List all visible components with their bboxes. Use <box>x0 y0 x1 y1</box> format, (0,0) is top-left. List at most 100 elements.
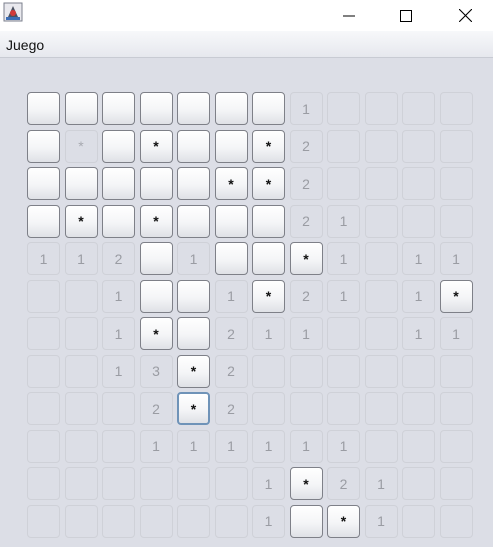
cell-empty[interactable] <box>402 467 435 500</box>
cell-empty[interactable] <box>402 167 435 200</box>
cell-empty[interactable] <box>439 167 473 200</box>
cell-number[interactable]: 1 <box>102 279 135 313</box>
cell-empty[interactable] <box>102 504 135 538</box>
cell-mine-marked[interactable]: * <box>139 129 173 163</box>
cell-empty[interactable] <box>214 467 248 500</box>
cell-mine-marked[interactable]: * <box>252 129 285 163</box>
cell-empty[interactable] <box>402 504 435 538</box>
cell-mine-marked[interactable]: * <box>252 167 285 200</box>
cell-covered[interactable] <box>252 242 285 275</box>
cell-empty[interactable] <box>64 467 98 500</box>
cell-empty[interactable] <box>27 467 60 500</box>
cell-covered[interactable] <box>102 167 135 200</box>
cell-number[interactable]: 1 <box>327 279 360 313</box>
cell-empty[interactable] <box>439 204 473 238</box>
cell-covered[interactable] <box>64 167 98 200</box>
cell-empty[interactable] <box>327 392 360 425</box>
cell-number[interactable]: 1 <box>214 279 248 313</box>
cell-covered[interactable] <box>139 279 173 313</box>
cell-number[interactable]: 1 <box>439 242 473 275</box>
cell-covered[interactable] <box>177 167 210 200</box>
cell-empty[interactable] <box>439 467 473 500</box>
cell-empty[interactable] <box>102 429 135 463</box>
cell-number[interactable]: 1 <box>327 429 360 463</box>
cell-number[interactable]: 1 <box>252 429 285 463</box>
cell-mine-marked[interactable]: * <box>139 204 173 238</box>
cell-mine-marked[interactable]: * <box>289 242 323 275</box>
cell-number[interactable]: 1 <box>364 504 398 538</box>
cell-number[interactable]: 2 <box>289 167 323 200</box>
title-bar[interactable] <box>0 0 493 31</box>
cell-empty[interactable] <box>439 354 473 388</box>
cell-number[interactable]: 2 <box>327 467 360 500</box>
cell-number[interactable]: 2 <box>214 354 248 388</box>
cell-number[interactable]: 1 <box>289 429 323 463</box>
cell-number[interactable]: 1 <box>327 204 360 238</box>
cell-number[interactable]: 2 <box>289 204 323 238</box>
cell-covered[interactable] <box>102 204 135 238</box>
cell-number[interactable]: 1 <box>402 242 435 275</box>
cell-empty[interactable] <box>64 279 98 313</box>
cell-covered[interactable] <box>139 92 173 125</box>
cell-empty[interactable] <box>102 392 135 425</box>
cell-number[interactable]: 2 <box>214 317 248 350</box>
cell-covered[interactable] <box>27 92 60 125</box>
cell-empty[interactable] <box>402 392 435 425</box>
cell-empty[interactable] <box>177 467 210 500</box>
cell-empty[interactable] <box>64 317 98 350</box>
cell-covered[interactable] <box>102 92 135 125</box>
cell-empty[interactable] <box>102 467 135 500</box>
cell-number[interactable]: 1 <box>102 354 135 388</box>
cell-covered[interactable] <box>177 129 210 163</box>
cell-covered[interactable] <box>214 92 248 125</box>
cell-empty[interactable] <box>402 92 435 125</box>
cell-number[interactable]: 1 <box>64 242 98 275</box>
cell-covered[interactable] <box>177 204 210 238</box>
cell-mine-marked[interactable]: * <box>252 279 285 313</box>
cell-covered[interactable] <box>252 92 285 125</box>
cell-empty[interactable] <box>27 279 60 313</box>
cell-empty[interactable] <box>177 504 210 538</box>
cell-number[interactable]: 1 <box>252 317 285 350</box>
cell-empty[interactable] <box>27 429 60 463</box>
cell-covered[interactable] <box>214 129 248 163</box>
close-button[interactable] <box>442 0 488 31</box>
cell-number[interactable]: 1 <box>27 242 60 275</box>
cell-number[interactable]: 1 <box>402 317 435 350</box>
cell-mine-marked[interactable]: * <box>327 504 360 538</box>
cell-number[interactable]: 1 <box>252 504 285 538</box>
cell-number[interactable]: 1 <box>402 279 435 313</box>
cell-empty[interactable] <box>364 92 398 125</box>
cell-number[interactable]: 2 <box>289 279 323 313</box>
cell-empty[interactable] <box>364 129 398 163</box>
cell-empty[interactable] <box>327 167 360 200</box>
cell-empty[interactable] <box>64 392 98 425</box>
cell-mine-marked[interactable]: * <box>214 167 248 200</box>
cell-mine-marked[interactable]: * <box>177 392 210 425</box>
cell-covered[interactable] <box>139 242 173 275</box>
minimize-button[interactable] <box>326 0 372 31</box>
cell-empty[interactable] <box>327 317 360 350</box>
cell-empty[interactable] <box>439 429 473 463</box>
cell-empty[interactable] <box>139 467 173 500</box>
cell-mine-marked[interactable]: * <box>64 204 98 238</box>
cell-empty[interactable] <box>139 504 173 538</box>
cell-mine-marked[interactable]: * <box>139 317 173 350</box>
cell-mine-marked[interactable]: * <box>439 279 473 313</box>
cell-empty[interactable] <box>27 354 60 388</box>
cell-empty[interactable] <box>402 204 435 238</box>
cell-number[interactable]: 2 <box>102 242 135 275</box>
cell-empty[interactable] <box>27 504 60 538</box>
cell-empty[interactable] <box>252 354 285 388</box>
cell-covered[interactable] <box>102 129 135 163</box>
cell-empty[interactable] <box>327 129 360 163</box>
cell-empty[interactable] <box>64 429 98 463</box>
cell-empty[interactable] <box>27 392 60 425</box>
cell-covered[interactable] <box>177 317 210 350</box>
cell-number[interactable]: 1 <box>289 317 323 350</box>
maximize-button[interactable] <box>383 0 429 31</box>
cell-covered[interactable] <box>252 204 285 238</box>
cell-empty[interactable] <box>364 279 398 313</box>
cell-number[interactable]: 2 <box>139 392 173 425</box>
cell-number[interactable]: 1 <box>139 429 173 463</box>
